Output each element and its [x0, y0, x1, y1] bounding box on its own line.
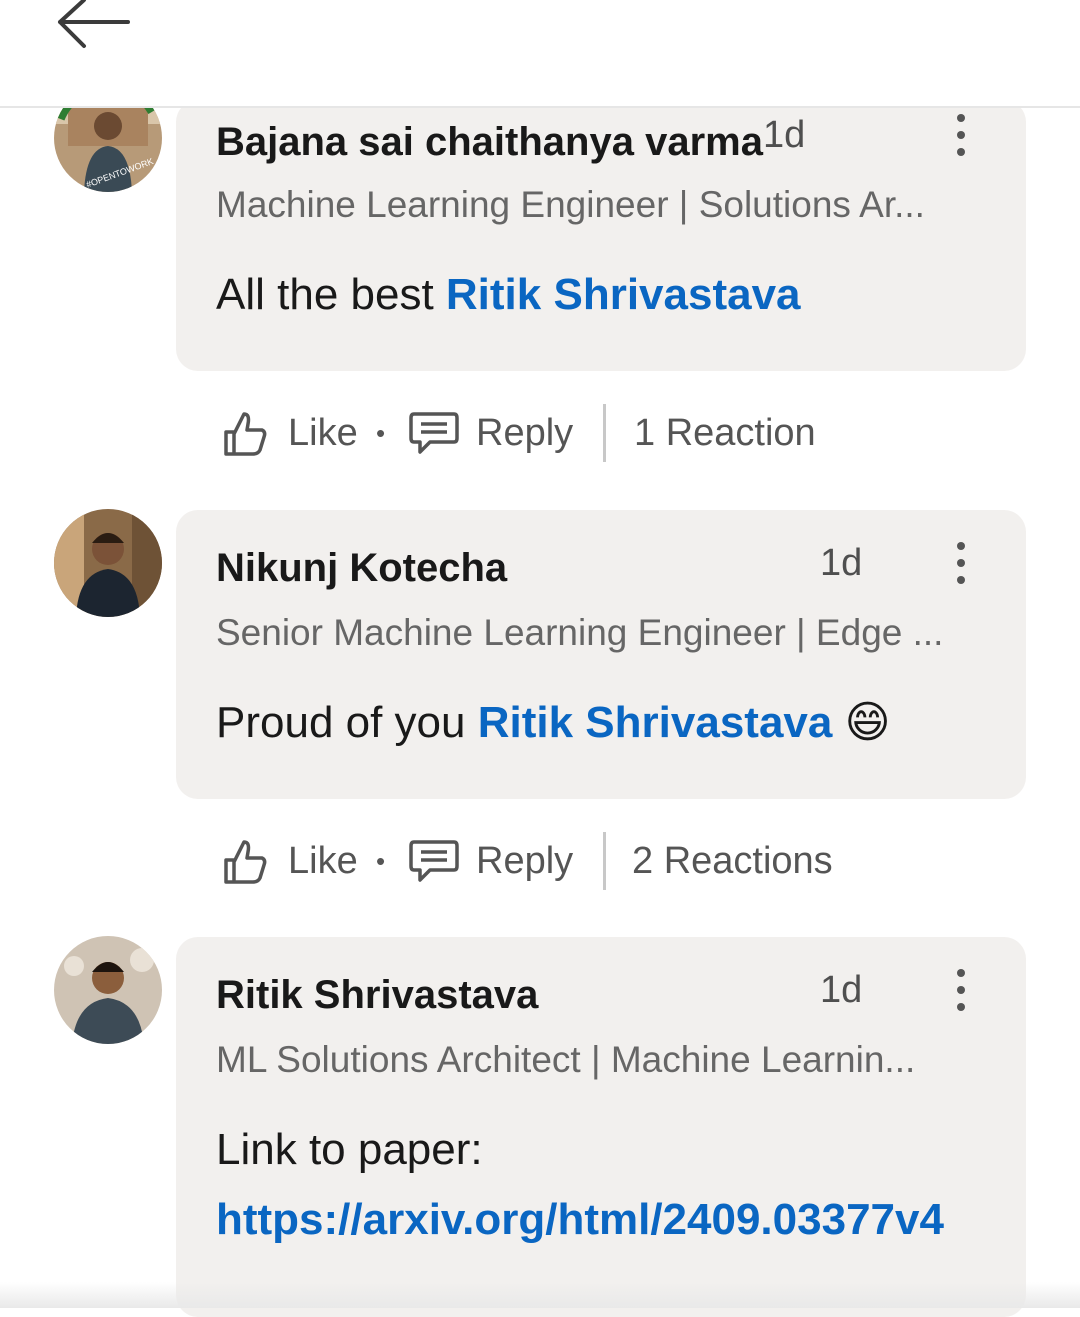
author-headline: Senior Machine Learning Engineer | Edge …	[216, 612, 944, 653]
like-label[interactable]: Like	[288, 840, 358, 883]
comment-body: All the best	[216, 270, 446, 319]
comment-time: 1d	[820, 969, 863, 1011]
reply-button[interactable]: Reply	[408, 398, 573, 468]
arrow-left-icon	[58, 0, 130, 48]
comment-text: Link to paper: https://arxiv.org/html/24…	[216, 1115, 986, 1255]
thumbs-up-icon	[224, 412, 267, 456]
paper-link[interactable]: https://arxiv.org/html/2409.03377v4	[216, 1185, 966, 1255]
top-bar	[0, 0, 1080, 108]
thumbs-up-icon	[224, 840, 267, 884]
author-name[interactable]: Bajana sai chaithanya varma	[216, 120, 763, 164]
reply-label[interactable]: Reply	[476, 840, 573, 883]
author-headline: Machine Learning Engineer | Solutions Ar…	[216, 184, 925, 225]
author-headline: ML Solutions Architect | Machine Learnin…	[216, 1039, 916, 1080]
avatar[interactable]	[54, 936, 162, 1044]
more-options-button[interactable]	[946, 969, 976, 1029]
back-button[interactable]	[52, 0, 136, 52]
comment-actions: Like • Reply 1 Reaction	[176, 398, 1026, 468]
comment-body: Link to paper:	[216, 1125, 483, 1174]
comment-author[interactable]: Bajana sai chaithanya varma1d	[216, 114, 805, 165]
separator-dot: •	[376, 417, 386, 448]
bottom-fade	[0, 1282, 1080, 1308]
like-label[interactable]: Like	[288, 412, 358, 455]
reply-bubble-icon	[409, 840, 459, 882]
comment-time: 1d	[762, 114, 806, 156]
like-button[interactable]: Like	[222, 398, 358, 468]
comment-bubble: Bajana sai chaithanya varma1d Machine Le…	[176, 100, 1026, 371]
avatar[interactable]	[54, 509, 162, 617]
reactions-count[interactable]: 2 Reactions	[632, 826, 833, 896]
separator-dot: •	[376, 845, 386, 876]
comment-text: All the best Ritik Shrivastava	[216, 260, 986, 330]
mention-link[interactable]: Ritik Shrivastava	[478, 698, 833, 747]
grinning-face-emoji: 😄	[844, 698, 891, 747]
more-options-button[interactable]	[946, 542, 976, 602]
divider	[603, 404, 606, 462]
comment-body: Proud of you	[216, 698, 478, 747]
like-button[interactable]: Like	[222, 826, 358, 896]
author-name[interactable]: Nikunj Kotecha	[216, 546, 507, 591]
reactions-count[interactable]: 1 Reaction	[634, 398, 816, 468]
comment-actions: Like • Reply 2 Reactions	[176, 826, 1026, 896]
more-options-button[interactable]	[946, 114, 976, 174]
comment-text: Proud of you Ritik Shrivastava 😄	[216, 688, 986, 758]
reply-label[interactable]: Reply	[476, 412, 573, 455]
comment-bubble: Nikunj Kotecha 1d Senior Machine Learnin…	[176, 510, 1026, 799]
divider	[603, 832, 606, 890]
comment-bubble: Ritik Shrivastava 1d ML Solutions Archit…	[176, 937, 1026, 1317]
mention-link[interactable]: Ritik Shrivastava	[446, 270, 801, 319]
author-name[interactable]: Ritik Shrivastava	[216, 973, 538, 1018]
reply-bubble-icon	[409, 412, 459, 454]
reply-button[interactable]: Reply	[408, 826, 573, 896]
comment-time: 1d	[820, 542, 863, 584]
